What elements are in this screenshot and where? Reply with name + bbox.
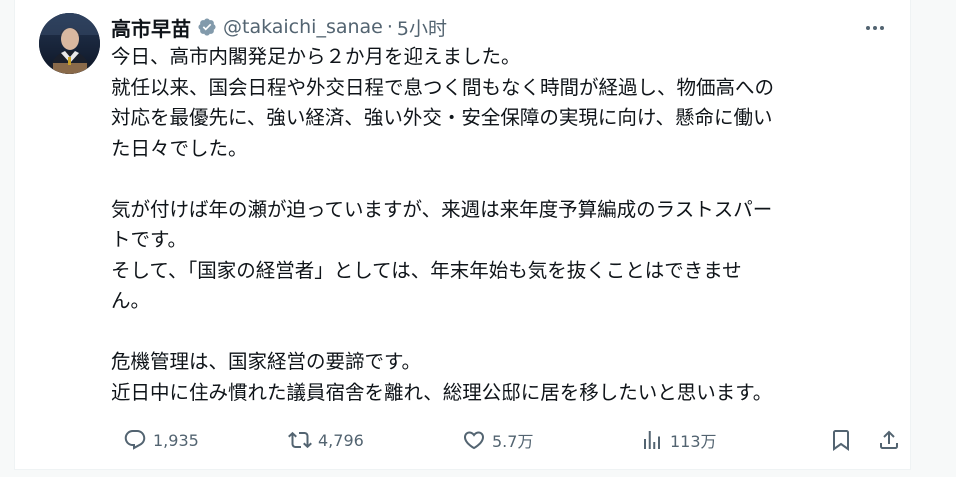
action-bar: 1,935 4,796 5.7万 113万 <box>111 425 911 455</box>
text-line: 就任以来、国会日程や外交日程で息つく間もなく時間が経過し、物価高への <box>111 75 775 99</box>
text-line: トです。 <box>111 228 188 251</box>
text-line: 近日中に住み慣れた議員宿舎を離れ、総理公邸に居を移したいと思います。 <box>111 380 773 404</box>
heart-icon <box>463 431 485 450</box>
reply-button[interactable]: 1,935 <box>123 425 199 455</box>
share-icon <box>880 430 898 449</box>
tweet-text: 今日、高市内閣発足から２か月を迎えました。 就任以来、国会日程や外交日程で息つく… <box>111 42 901 408</box>
share-button[interactable] <box>877 425 901 455</box>
separator-dot: · <box>386 16 393 38</box>
text-line: そして、「国家の経営者」としては、年末年始も気を抜くことはできませ <box>111 258 742 282</box>
tweet-card[interactable]: 高市早苗 @takaichi_sanae · 5小时 今日、高市内閣発足から２か… <box>14 0 911 470</box>
like-count: 5.7万 <box>492 432 534 451</box>
retweet-icon <box>288 431 312 449</box>
text-line: 対応を最優先に、強い経済、強い外交・安全保障の実現に向け、懸命に働い <box>111 106 773 129</box>
display-name[interactable]: 高市早苗 <box>111 13 191 42</box>
analytics-icon <box>644 431 660 449</box>
retweet-count: 4,796 <box>318 430 364 450</box>
like-button[interactable]: 5.7万 <box>462 425 533 455</box>
text-line: ん。 <box>111 289 151 312</box>
user-handle[interactable]: @takaichi_sanae <box>223 16 383 38</box>
bookmark-icon <box>833 430 849 451</box>
bookmark-button[interactable] <box>829 425 853 455</box>
views-count: 113万 <box>670 432 717 451</box>
text-line: た日々でした。 <box>111 136 248 160</box>
reply-count: 1,935 <box>153 430 199 450</box>
reply-icon <box>124 430 146 450</box>
text-line: 今日、高市内閣発足から２か月を迎えました。 <box>111 45 521 68</box>
post-timestamp[interactable]: 5小时 <box>397 14 447 41</box>
more-dots-icon <box>866 26 884 30</box>
tweet-header: 高市早苗 @takaichi_sanae · 5小时 <box>111 12 447 42</box>
verified-badge-icon[interactable] <box>197 17 217 37</box>
avatar-image <box>39 13 100 74</box>
views-button[interactable]: 113万 <box>640 425 717 455</box>
text-line: 危機管理は、国家経営の要諦です。 <box>111 350 422 373</box>
retweet-button[interactable]: 4,796 <box>288 425 364 455</box>
more-options-button[interactable] <box>861 18 889 38</box>
avatar[interactable] <box>39 13 100 74</box>
text-line: 気が付けば年の瀬が迫っていますが、来週は来年度予算編成のラストスパー <box>111 197 773 221</box>
